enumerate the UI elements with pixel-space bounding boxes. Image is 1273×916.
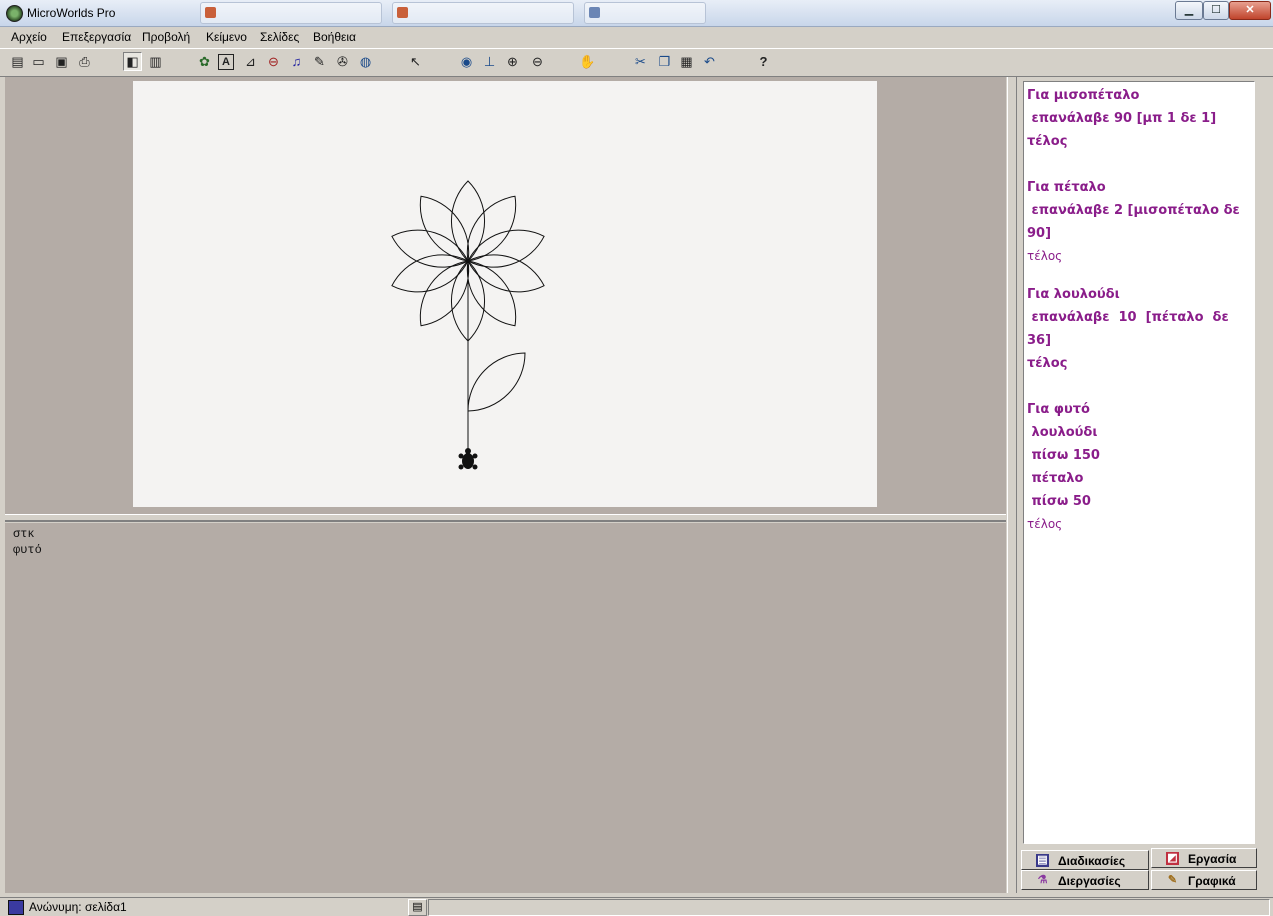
tab-project[interactable]: ◩ Εργασία bbox=[1151, 848, 1257, 868]
procedure-line: 36] bbox=[1027, 333, 1052, 348]
page-view-icon[interactable]: ◧ bbox=[123, 52, 142, 71]
maximize-button[interactable]: ☐ bbox=[1203, 1, 1229, 20]
status-bar: Ανώνυμη: σελίδα1 ▤ bbox=[0, 897, 1273, 916]
procedure-line: επανάλαβε 10 [πέταλο δε bbox=[1027, 310, 1229, 325]
menu-file[interactable]: Αρχείο bbox=[11, 30, 47, 44]
app-logo-icon bbox=[6, 5, 23, 22]
procedure-line: τέλος bbox=[1027, 249, 1063, 263]
window-title: MicroWorlds Pro bbox=[27, 6, 116, 20]
petal-shape bbox=[467, 229, 545, 268]
pointer-icon[interactable]: ↖ bbox=[406, 52, 425, 71]
stamp-icon[interactable]: ⊥ bbox=[480, 52, 499, 71]
turtle-graphics bbox=[391, 180, 545, 470]
button-tool-icon[interactable]: ⊖ bbox=[264, 52, 283, 71]
paste-icon[interactable]: ▦ bbox=[677, 52, 696, 71]
close-button[interactable]: ✕ bbox=[1229, 1, 1271, 20]
procedure-line: τέλος bbox=[1027, 356, 1068, 371]
command-line: φυτό bbox=[13, 543, 42, 557]
paint-icon[interactable]: ✎ bbox=[310, 52, 329, 71]
page-icon bbox=[8, 900, 24, 915]
zoom-out-icon[interactable]: ⊖ bbox=[528, 52, 547, 71]
procedure-line: Για πέταλο bbox=[1027, 180, 1106, 195]
procedure-line: πίσω 150 bbox=[1027, 448, 1100, 463]
procedure-line: 90] bbox=[1027, 226, 1052, 241]
command-line: στκ bbox=[13, 527, 35, 541]
tab-procedures[interactable]: ▤ Διαδικασίες bbox=[1021, 850, 1149, 870]
procedure-line: τέλος bbox=[1027, 134, 1068, 149]
menu-pages[interactable]: Σελίδες bbox=[260, 30, 299, 44]
page-list-icon[interactable]: ▤ bbox=[408, 899, 427, 916]
undo-icon[interactable]: ↶ bbox=[700, 52, 719, 71]
background-taskbar-tab bbox=[392, 2, 574, 24]
procedure-line: Για μισοπέταλο bbox=[1027, 88, 1140, 103]
globe-icon[interactable]: ◍ bbox=[356, 52, 375, 71]
stop-icon[interactable]: ✋ bbox=[578, 52, 597, 71]
save-icon[interactable]: ▣ bbox=[52, 52, 71, 71]
project-icon: ◩ bbox=[1166, 852, 1179, 865]
video-icon[interactable]: ✇ bbox=[333, 52, 352, 71]
vertical-splitter[interactable] bbox=[1007, 77, 1017, 893]
eye-icon[interactable]: ◉ bbox=[457, 52, 476, 71]
help-icon[interactable]: ? bbox=[754, 52, 773, 71]
music-icon[interactable]: ♫ bbox=[287, 52, 306, 71]
print-icon[interactable]: ⎙ bbox=[75, 52, 94, 71]
petal-shape bbox=[391, 229, 469, 268]
tab-graphics[interactable]: ✎ Γραφικά bbox=[1151, 870, 1257, 890]
procedure-line: τέλος bbox=[1027, 517, 1063, 531]
new-page-icon[interactable]: ▤ bbox=[8, 52, 27, 71]
menu-view[interactable]: Προβολή bbox=[142, 30, 190, 44]
new-turtle-icon[interactable]: ✿ bbox=[195, 52, 214, 71]
procedure-line: επανάλαβε 90 [μπ 1 δε 1] bbox=[1027, 111, 1217, 126]
flask-icon: ⚗ bbox=[1037, 874, 1048, 886]
background-taskbar-tab bbox=[200, 2, 382, 24]
title-bar: MicroWorlds Pro ▁ ☐ ✕ bbox=[0, 0, 1273, 27]
slider-icon[interactable]: ⊿ bbox=[241, 52, 260, 71]
tab-processes[interactable]: ⚗ Διεργασίες bbox=[1021, 870, 1149, 890]
cut-icon[interactable]: ✂ bbox=[631, 52, 650, 71]
horizontal-splitter[interactable] bbox=[5, 514, 1006, 522]
command-center[interactable]: στκ φυτό bbox=[5, 523, 1006, 893]
procedure-line: πέταλο bbox=[1027, 471, 1084, 486]
menu-edit[interactable]: Επεξεργασία bbox=[62, 30, 131, 44]
menu-text[interactable]: Κείμενο bbox=[206, 30, 247, 44]
petal-shape bbox=[467, 254, 545, 293]
procedure-line: πίσω 50 bbox=[1027, 494, 1091, 509]
procedures-view-icon[interactable]: ▥ bbox=[146, 52, 165, 71]
turtle-icon[interactable] bbox=[458, 448, 478, 470]
brush-icon: ✎ bbox=[1167, 874, 1178, 886]
status-page-name: Ανώνυμη: σελίδα1 bbox=[29, 900, 127, 914]
procedure-line: Για φυτό bbox=[1027, 402, 1090, 417]
copy-icon[interactable]: ❐ bbox=[655, 52, 674, 71]
toolbar: ▤ ▭ ▣ ⎙ ◧ ▥ ✿ A ⊿ ⊖ ♫ ✎ ✇ ◍ ↖ ◉ ⊥ ⊕ ⊖ ✋ … bbox=[0, 48, 1273, 77]
procedure-line: επανάλαβε 2 [μισοπέταλο δε bbox=[1027, 203, 1240, 218]
background-taskbar-tab bbox=[584, 2, 706, 24]
minimize-button[interactable]: ▁ bbox=[1175, 1, 1203, 20]
procedure-line: Για λουλούδι bbox=[1027, 287, 1120, 302]
text-box-icon[interactable]: A bbox=[218, 54, 234, 70]
status-panel bbox=[428, 899, 1270, 916]
menu-help[interactable]: Βοήθεια bbox=[313, 30, 356, 44]
leaf-shape bbox=[467, 352, 526, 412]
book-icon: ▤ bbox=[1036, 854, 1049, 867]
petal-shape bbox=[451, 180, 485, 262]
open-icon[interactable]: ▭ bbox=[29, 52, 48, 71]
petal-shape bbox=[391, 254, 469, 293]
procedure-line: λουλούδι bbox=[1027, 425, 1098, 440]
menu-bar: Αρχείο Επεξεργασία Προβολή Κείμενο Σελίδ… bbox=[0, 27, 1273, 47]
zoom-in-icon[interactable]: ⊕ bbox=[503, 52, 522, 71]
procedures-editor[interactable]: Για μισοπέταλο επανάλαβε 90 [μπ 1 δε 1] τ… bbox=[1023, 81, 1255, 844]
drawing-canvas[interactable] bbox=[133, 81, 877, 507]
